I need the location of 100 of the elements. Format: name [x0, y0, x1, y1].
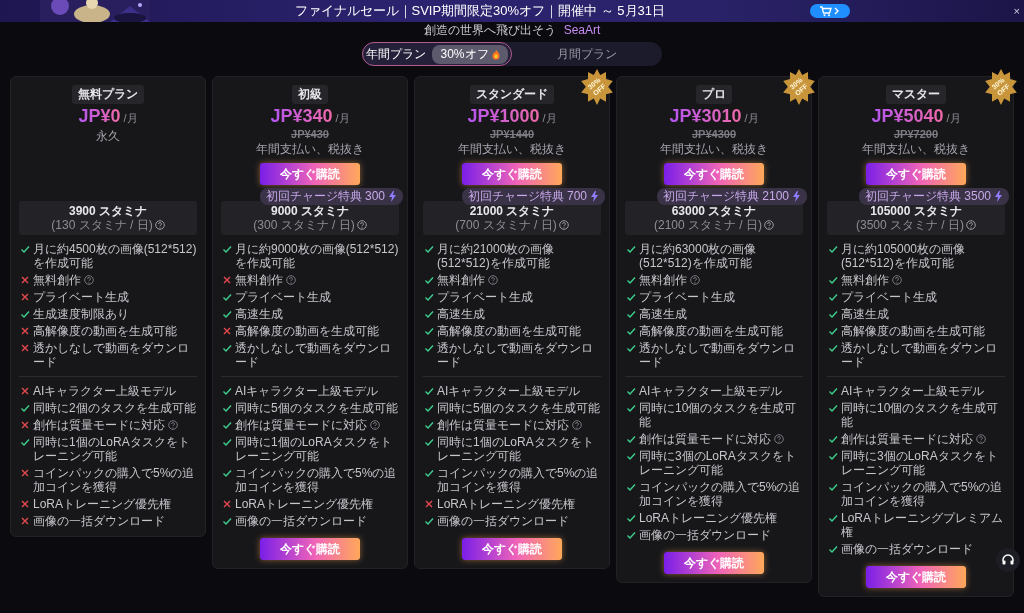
- price-period: /月: [542, 111, 557, 126]
- billing-note: 年間支払い、税抜き: [256, 141, 364, 158]
- feature-text: 創作は質量モードに対応: [639, 432, 771, 446]
- stamina-amount: 21000 スタミナ: [468, 204, 556, 218]
- feature-text: 高解像度の動画を生成可能: [33, 324, 177, 338]
- bonus-tag: 初回チャージ特典 700: [461, 188, 605, 205]
- billing-note: 永久: [96, 128, 120, 145]
- feature-text: 画像の一括ダウンロード: [235, 514, 367, 528]
- feature-text: 透かしなしで動画をダウンロード: [841, 341, 998, 369]
- feature-text: 無料創作: [235, 273, 283, 287]
- tagline: 創造の世界へ飛び出そう: [423, 23, 556, 37]
- feature-text: 月に約4500枚の画像(512*512)を作成可能: [33, 242, 197, 270]
- feature-text: コインパックの購入で5%の追加コインを獲得: [437, 466, 600, 494]
- feature-text: 画像の一括ダウンロード: [639, 528, 771, 542]
- feature-text: プライベート生成: [235, 290, 331, 304]
- cart-button[interactable]: [809, 4, 850, 18]
- feature-text: 月に約105000枚の画像(512*512)を作成可能: [841, 242, 967, 270]
- original-price: JP¥4300: [691, 128, 736, 140]
- feature-text: 同時に1個のLoRAタスクをトレーニング可能: [235, 435, 393, 463]
- subscribe-button[interactable]: 今すぐ購読: [462, 538, 562, 560]
- tab-label: 月間プラン: [557, 45, 617, 63]
- billing-tab[interactable]: 年間プラン 30%オフ: [362, 42, 512, 66]
- original-price: JP¥7200: [893, 128, 938, 140]
- feature-text: 同時に1個のLoRAタスクをトレーニング可能: [33, 435, 191, 463]
- tab-label: 年間プラン: [366, 45, 427, 63]
- promo-banner[interactable]: ファイナルセール｜SVIP期間限定30%オフ｜開催中 ～ 5月31日 ×: [0, 0, 1024, 22]
- feature-text: 画像の一括ダウンロード: [33, 514, 165, 528]
- close-button[interactable]: ×: [1013, 5, 1020, 17]
- lightning-icon: [388, 191, 397, 202]
- feature-text: 創作は質量モードに対応: [841, 432, 973, 446]
- lightning-icon: [792, 191, 801, 202]
- feature-text: 同時に5個のタスクを生成可能: [235, 401, 398, 415]
- subscribe-button[interactable]: 今すぐ購読: [462, 163, 562, 185]
- discount-pill: 30%オフ: [432, 44, 508, 64]
- feature-text: 創作は質量モードに対応: [235, 418, 367, 432]
- subscribe-button[interactable]: 今すぐ購読: [664, 163, 764, 185]
- feature-text: 月に約21000枚の画像(512*512)を作成可能: [437, 242, 556, 270]
- plan-name: スタンダード: [470, 85, 554, 104]
- feature-text: プライベート生成: [639, 290, 735, 304]
- lightning-icon: [590, 191, 599, 202]
- feature-text: 同時に3個のLoRAタスクをトレーニング可能: [639, 449, 797, 477]
- headset-icon: [1001, 553, 1015, 567]
- original-price: JP¥430: [291, 128, 329, 140]
- feature-text: コインパックの購入で5%の追加コインを獲得: [33, 466, 196, 494]
- feature-text: 高解像度の動画を生成可能: [841, 324, 985, 338]
- stamina-rate: (700 スタミナ / 日): [455, 218, 557, 232]
- feature-text: 画像の一括ダウンロード: [841, 542, 973, 556]
- feature-text: 無料創作: [639, 273, 687, 287]
- feature-text: コインパックの購入で5%の追加コインを獲得: [235, 466, 398, 494]
- flame-icon: [491, 48, 500, 60]
- bonus-tag: 初回チャージ特典 300: [259, 188, 403, 205]
- price-period: /月: [946, 111, 961, 126]
- feature-text: 画像の一括ダウンロード: [437, 514, 569, 528]
- subscribe-button[interactable]: 今すぐ購読: [260, 538, 360, 560]
- feature-text: LoRAトレーニング優先権: [437, 497, 576, 511]
- subscribe-button[interactable]: 今すぐ購読: [866, 163, 966, 185]
- feature-text: 同時に1個のLoRAタスクをトレーニング可能: [437, 435, 595, 463]
- feature-text: 無料創作: [841, 273, 889, 287]
- help-icon: [558, 220, 569, 230]
- feature-text: LoRAトレーニング優先権: [33, 497, 172, 511]
- feature-text: プライベート生成: [841, 290, 937, 304]
- plan-name: プロ: [696, 85, 732, 104]
- feature-text: 高速生成: [437, 307, 485, 321]
- feature-text: 同時に10個のタスクを生成可能: [639, 401, 798, 429]
- feature-text: 高解像度の動画を生成可能: [235, 324, 379, 338]
- brand-name: SeaArt: [563, 23, 601, 37]
- stamina-amount: 105000 スタミナ: [869, 204, 963, 218]
- feature-text: 透かしなしで動画をダウンロード: [437, 341, 594, 369]
- stamina-rate: (2100 スタミナ / 日): [654, 218, 762, 232]
- billing-tab[interactable]: 月間プラン: [512, 42, 662, 66]
- plan-name: マスター: [886, 85, 946, 104]
- feature-text: 同時に5個のタスクを生成可能: [437, 401, 600, 415]
- lightning-icon: [994, 191, 1003, 202]
- feature-text: 高速生成: [235, 307, 283, 321]
- feature-text: 月に約9000枚の画像(512*512)を作成可能: [235, 242, 399, 270]
- support-button[interactable]: [996, 548, 1020, 572]
- feature-text: AIキャラクター上級モデル: [841, 384, 985, 398]
- feature-text: 創作は質量モードに対応: [33, 418, 165, 432]
- feature-text: 高速生成: [841, 307, 889, 321]
- feature-text: 創作は質量モードに対応: [437, 418, 569, 432]
- feature-text: AIキャラクター上級モデル: [437, 384, 581, 398]
- feature-text: LoRAトレーニング優先権: [235, 497, 374, 511]
- billing-note: 年間支払い、税抜き: [458, 141, 566, 158]
- feature-text: コインパックの購入で5%の追加コインを獲得: [841, 480, 1004, 508]
- subscribe-button[interactable]: 今すぐ購読: [664, 552, 764, 574]
- feature-text: AIキャラクター上級モデル: [235, 384, 379, 398]
- stamina-rate: (3500 スタミナ / 日): [856, 218, 964, 232]
- help-icon: [356, 220, 367, 230]
- stamina-rate: (300 スタミナ / 日): [253, 218, 355, 232]
- help-icon: [764, 220, 774, 230]
- subscribe-button[interactable]: 今すぐ購読: [866, 566, 966, 588]
- plan-name: 無料プラン: [72, 85, 144, 104]
- feature-text: 生成速度制限あり: [33, 307, 129, 321]
- feature-text: LoRAトレーニング優先権: [639, 511, 778, 525]
- feature-text: AIキャラクター上級モデル: [639, 384, 783, 398]
- feature-text: 無料創作: [437, 273, 485, 287]
- subscribe-button[interactable]: 今すぐ購読: [260, 163, 360, 185]
- feature-text: 同時に10個のタスクを生成可能: [841, 401, 1000, 429]
- feature-text: 透かしなしで動画をダウンロード: [33, 341, 190, 369]
- feature-text: コインパックの購入で5%の追加コインを獲得: [639, 480, 802, 508]
